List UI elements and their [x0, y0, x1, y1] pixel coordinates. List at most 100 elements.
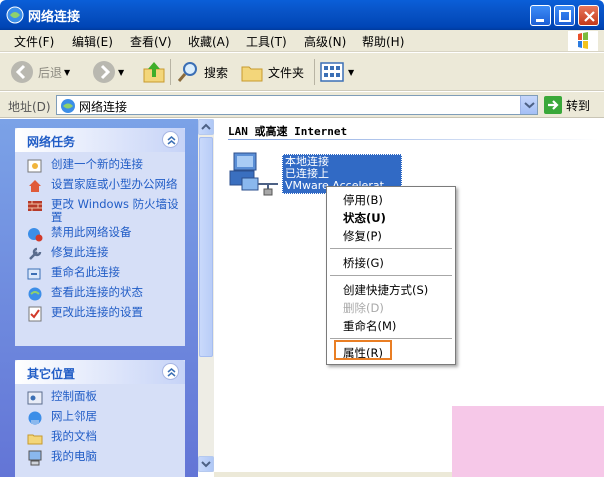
- menu-item-status[interactable]: 状态(U): [343, 210, 386, 226]
- forward-dropdown-icon[interactable]: ▼: [118, 68, 124, 77]
- place-label: 网上邻居: [51, 409, 97, 423]
- disable-device-icon: [28, 228, 43, 242]
- connection-status: 已连接上: [285, 168, 329, 180]
- minimize-button[interactable]: [530, 5, 551, 26]
- task-label: 创建一个新的连接: [51, 157, 143, 171]
- views-button[interactable]: ▼: [320, 59, 354, 85]
- task-disable-device[interactable]: 禁用此网络设备: [15, 226, 185, 244]
- task-home-network[interactable]: 设置家庭或小型办公网络: [15, 178, 185, 196]
- back-arrow-icon: [11, 61, 33, 83]
- network-tasks-title: 网络任务: [27, 135, 76, 149]
- control-panel-icon: [27, 391, 43, 405]
- task-change-settings[interactable]: 更改此连接的设置: [15, 306, 185, 324]
- task-label: 查看此连接的状态: [51, 285, 143, 299]
- task-label: 重命名此连接: [51, 265, 120, 279]
- task-firewall-settings[interactable]: 更改 Windows 防火墙设置: [15, 198, 185, 224]
- views-dropdown-icon[interactable]: ▼: [348, 68, 354, 77]
- menu-file[interactable]: 文件(F): [14, 33, 54, 50]
- network-tasks-panel: 网络任务 创建一个新的连接 设置家庭或小型办公网络 更改 Windows 防火墙…: [15, 128, 185, 346]
- collapse-icon[interactable]: [162, 363, 179, 380]
- task-repair-connection[interactable]: 修复此连接: [15, 246, 185, 264]
- go-arrow-icon: [544, 96, 562, 114]
- task-label: 更改此连接的设置: [51, 305, 143, 319]
- address-dropdown-button[interactable]: [520, 96, 537, 114]
- views-icon: [320, 62, 344, 82]
- vertical-scrollbar[interactable]: [198, 119, 214, 472]
- menu-favorites[interactable]: 收藏(A): [188, 33, 230, 50]
- menu-item-rename[interactable]: 重命名(M): [343, 318, 396, 334]
- menu-item-delete: 删除(D): [343, 301, 384, 315]
- menu-tools[interactable]: 工具(T): [246, 33, 287, 50]
- close-button[interactable]: [578, 5, 599, 26]
- collapse-icon[interactable]: [162, 131, 179, 148]
- network-connections-icon: [61, 99, 75, 113]
- folders-label: 文件夹: [268, 65, 305, 80]
- menu-bar: 文件(F) 编辑(E) 查看(V) 收藏(A) 工具(T) 高级(N) 帮助(H…: [0, 30, 604, 52]
- back-button[interactable]: 后退 ▼: [10, 59, 70, 85]
- other-places-title: 其它位置: [27, 367, 76, 381]
- menu-separator: [330, 338, 452, 339]
- go-label: 转到: [566, 98, 591, 113]
- task-pane: 网络任务 创建一个新的连接 设置家庭或小型办公网络 更改 Windows 防火墙…: [0, 119, 198, 477]
- menu-item-bridge[interactable]: 桥接(G): [343, 255, 384, 271]
- up-folder-icon: [143, 62, 165, 83]
- lan-connection-icon[interactable]: [228, 151, 282, 197]
- close-icon: [584, 11, 595, 22]
- go-button[interactable]: 转到: [544, 96, 590, 114]
- maximize-button[interactable]: [554, 5, 575, 26]
- menu-edit[interactable]: 编辑(E): [72, 33, 113, 50]
- group-divider: [228, 139, 598, 140]
- menu-item-disable[interactable]: 停用(B): [343, 192, 383, 208]
- toolbar: 后退 ▼ ▼ 搜索 文件夹 ▼: [0, 53, 604, 91]
- place-control-panel[interactable]: 控制面板: [15, 390, 185, 408]
- place-network-neighborhood[interactable]: 网上邻居: [15, 410, 185, 428]
- task-create-connection[interactable]: 创建一个新的连接: [15, 158, 185, 176]
- other-places-header[interactable]: 其它位置: [15, 360, 185, 384]
- home-network-icon: [29, 180, 41, 192]
- menu-item-create-shortcut[interactable]: 创建快捷方式(S): [343, 282, 428, 298]
- repair-wrench-icon: [29, 247, 42, 260]
- address-input[interactable]: 网络连接: [56, 95, 538, 115]
- place-my-computer[interactable]: 我的电脑: [15, 450, 185, 468]
- scroll-up-icon: [201, 123, 211, 130]
- search-label: 搜索: [204, 65, 229, 80]
- forward-button[interactable]: ▼: [92, 59, 124, 85]
- up-folder-button[interactable]: [142, 59, 166, 85]
- address-value: 网络连接: [79, 100, 128, 114]
- search-button[interactable]: 搜索: [176, 59, 228, 85]
- menu-help[interactable]: 帮助(H): [362, 33, 404, 50]
- toolbar-separator: [170, 59, 171, 85]
- firewall-icon: [28, 201, 42, 211]
- scroll-up-button[interactable]: [198, 119, 214, 135]
- title-bar: 网络连接: [0, 0, 604, 30]
- task-label: 禁用此网络设备: [51, 225, 132, 239]
- forward-arrow-icon: [93, 61, 115, 83]
- group-header: LAN 或高速 Internet: [228, 125, 348, 138]
- network-connections-icon: [6, 6, 24, 24]
- scroll-thumb[interactable]: [199, 137, 213, 357]
- folders-icon: [241, 66, 263, 82]
- task-view-status[interactable]: 查看此连接的状态: [15, 286, 185, 304]
- folders-button[interactable]: 文件夹: [240, 59, 304, 85]
- task-label: 更改 Windows 防火墙设置: [51, 197, 179, 224]
- place-my-documents[interactable]: 我的文档: [15, 430, 185, 448]
- new-connection-icon: [27, 159, 42, 173]
- my-documents-icon: [27, 434, 43, 445]
- network-tasks-header[interactable]: 网络任务: [15, 128, 185, 152]
- task-label: 修复此连接: [51, 245, 109, 259]
- menu-view[interactable]: 查看(V): [130, 33, 172, 50]
- scroll-down-button[interactable]: [198, 456, 214, 472]
- menu-item-repair[interactable]: 修复(P): [343, 228, 382, 244]
- maximize-icon: [559, 10, 571, 22]
- back-dropdown-icon[interactable]: ▼: [64, 68, 70, 77]
- back-label: 后退: [38, 65, 63, 80]
- corner-overlay: [452, 406, 604, 477]
- menu-separator: [330, 248, 452, 249]
- address-label: 地址(D): [8, 100, 51, 114]
- network-neighborhood-icon: [28, 411, 42, 425]
- windows-logo-icon: [568, 31, 598, 51]
- menu-advanced[interactable]: 高级(N): [304, 33, 346, 50]
- place-label: 控制面板: [51, 389, 97, 403]
- search-icon: [177, 62, 197, 82]
- task-rename-connection[interactable]: 重命名此连接: [15, 266, 185, 284]
